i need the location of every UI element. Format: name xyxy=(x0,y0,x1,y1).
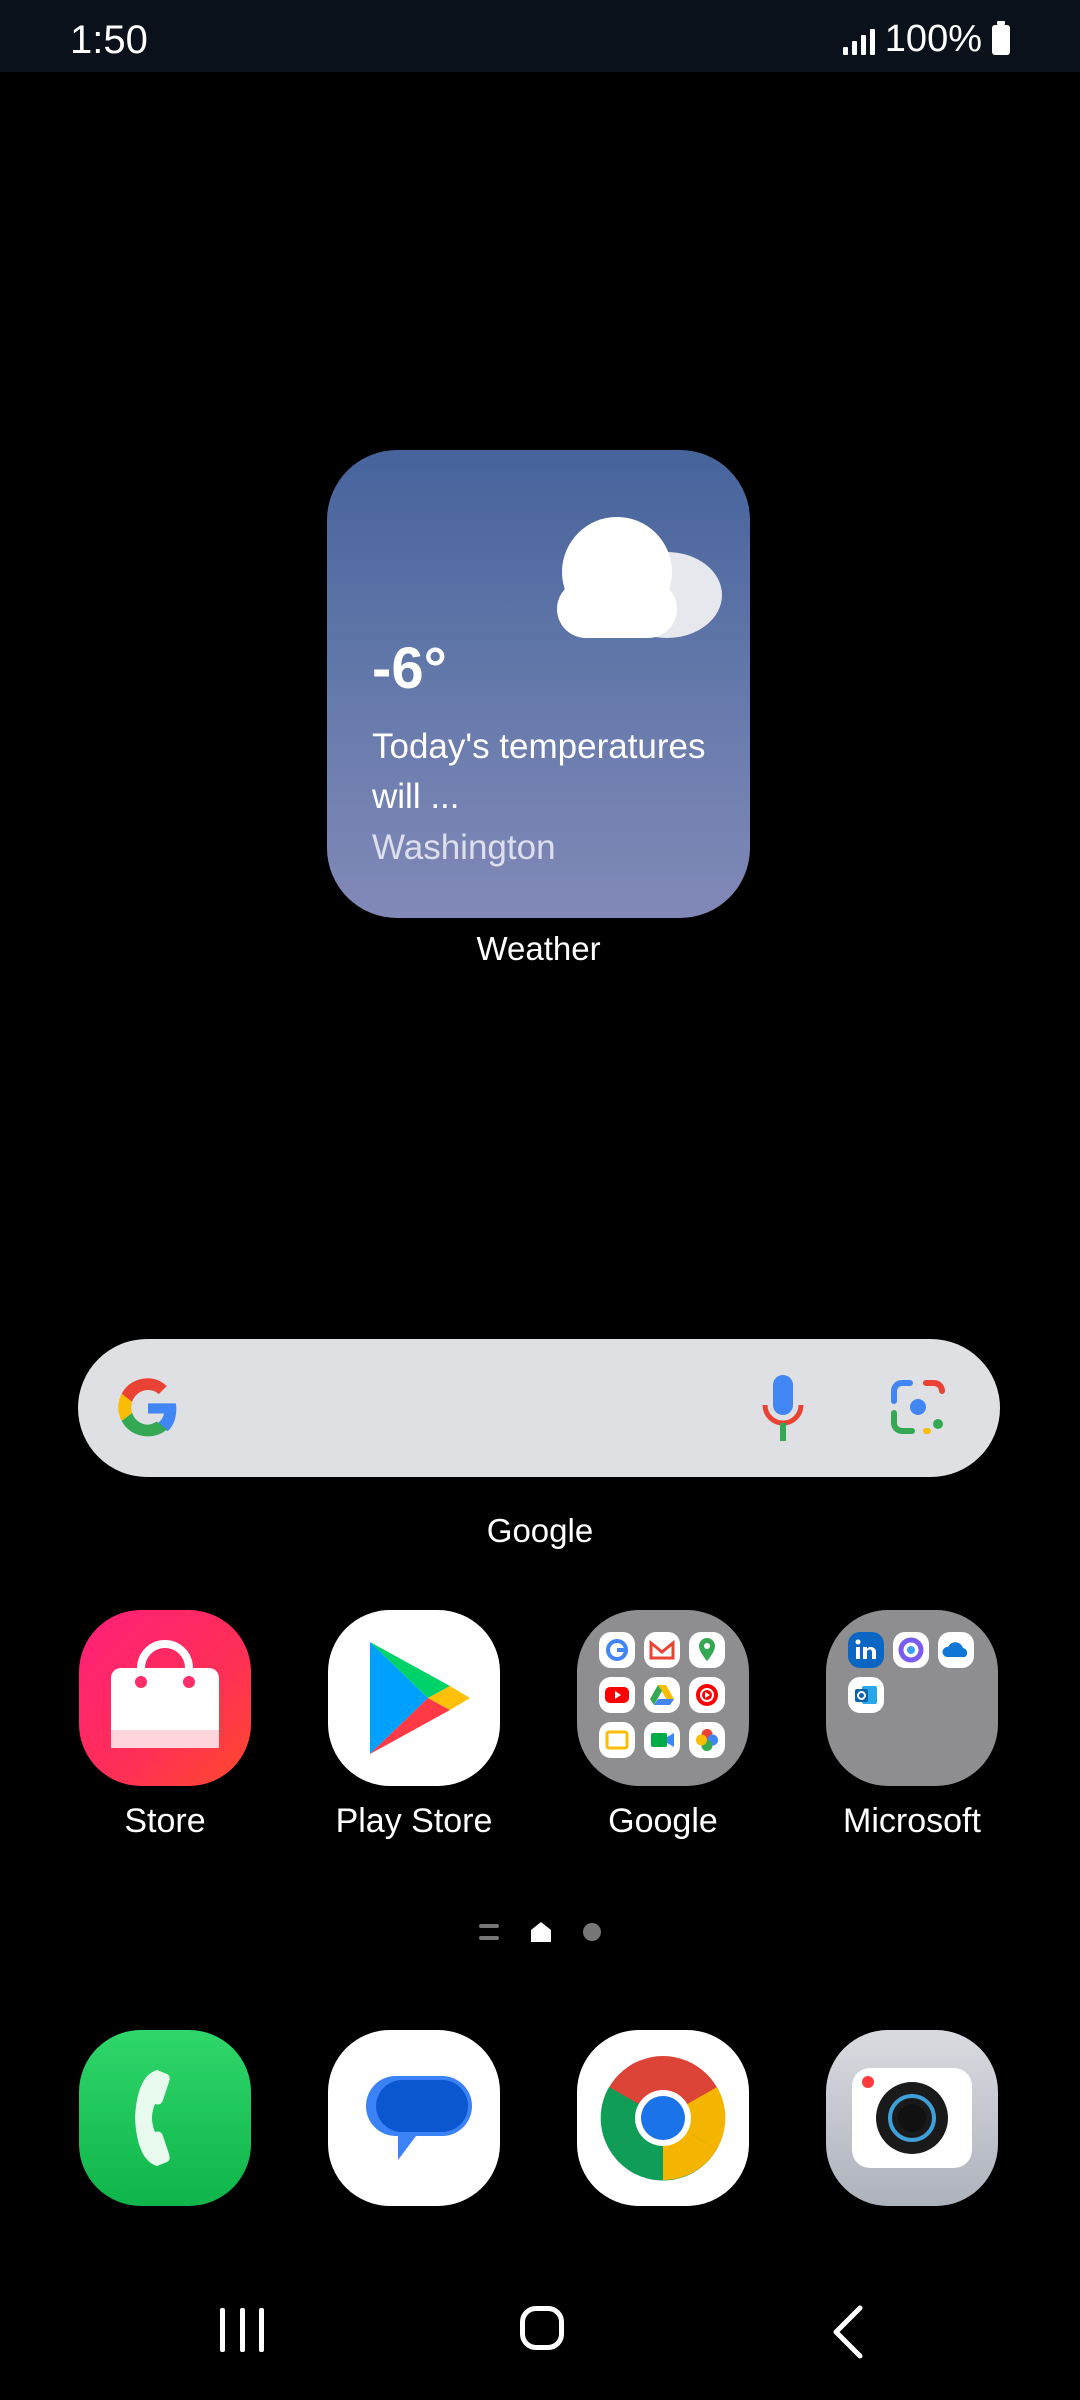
dock-phone[interactable] xyxy=(65,2030,265,2206)
app-play-store[interactable]: Play Store xyxy=(314,1610,514,1841)
tv-icon xyxy=(599,1722,635,1758)
weather-description: Today's temperatures will ... xyxy=(372,727,706,816)
battery-percent: 100% xyxy=(884,18,982,60)
play-store-icon xyxy=(328,1610,500,1786)
google-folder-icon xyxy=(577,1610,749,1786)
folder-google[interactable]: Google xyxy=(563,1610,763,1841)
outlook-icon xyxy=(848,1677,884,1713)
page-indicator-list-icon xyxy=(479,1924,499,1940)
google-app-icon xyxy=(599,1632,635,1668)
app-label: Store xyxy=(124,1802,206,1840)
linkedin-icon xyxy=(848,1632,884,1668)
google-lens-icon[interactable] xyxy=(888,1377,948,1437)
onedrive-icon xyxy=(938,1632,974,1668)
youtube-icon xyxy=(599,1677,635,1713)
home-screen: 1:50 100% -6° Today's temperatures will … xyxy=(0,0,1080,2400)
cloud-icon xyxy=(557,517,722,638)
page-indicator-home-icon xyxy=(531,1922,551,1942)
dock-messages[interactable] xyxy=(314,2030,514,2206)
drive-icon xyxy=(644,1677,680,1713)
home-icon[interactable] xyxy=(520,2306,564,2350)
app-store[interactable]: Store xyxy=(65,1610,265,1841)
recents-icon[interactable] xyxy=(220,2308,264,2352)
dock-chrome[interactable] xyxy=(563,2030,763,2206)
youtube-music-icon xyxy=(689,1677,725,1713)
app-label: Play Store xyxy=(335,1802,493,1840)
shopping-bag-icon xyxy=(79,1610,251,1786)
camera-icon xyxy=(826,2030,998,2206)
back-icon[interactable] xyxy=(828,2304,868,2360)
gmail-icon xyxy=(644,1632,680,1668)
app-label: Microsoft xyxy=(843,1802,981,1840)
dock-camera[interactable] xyxy=(812,2030,1012,2206)
page-indicator-dot xyxy=(583,1923,601,1941)
status-indicators: 100% xyxy=(842,18,1010,61)
microphone-icon[interactable] xyxy=(758,1373,808,1443)
maps-icon xyxy=(689,1632,725,1668)
phone-icon xyxy=(79,2030,251,2206)
google-search-bar[interactable] xyxy=(78,1339,1000,1477)
meet-icon xyxy=(644,1722,680,1758)
chrome-icon xyxy=(577,2030,749,2206)
battery-icon xyxy=(992,20,1010,55)
copilot-icon xyxy=(893,1632,929,1668)
navigation-bar xyxy=(0,2290,1080,2370)
messages-icon xyxy=(328,2030,500,2206)
weather-widget[interactable]: -6° Today's temperatures will ... Washin… xyxy=(327,450,750,918)
microsoft-folder-icon xyxy=(826,1610,998,1786)
status-time: 1:50 xyxy=(70,18,148,62)
google-g-icon xyxy=(118,1378,177,1437)
weather-widget-label: Weather xyxy=(476,930,601,967)
app-label: Google xyxy=(608,1802,718,1840)
google-widget-label: Google xyxy=(486,1512,594,1549)
folder-microsoft[interactable]: Microsoft xyxy=(812,1610,1012,1841)
signal-bars-icon xyxy=(842,25,875,55)
photos-icon xyxy=(689,1722,725,1758)
status-bar: 1:50 100% xyxy=(0,0,1080,72)
page-indicator[interactable] xyxy=(0,1920,1080,1944)
weather-temperature: -6° xyxy=(372,636,447,701)
weather-location: Washington xyxy=(372,828,556,867)
